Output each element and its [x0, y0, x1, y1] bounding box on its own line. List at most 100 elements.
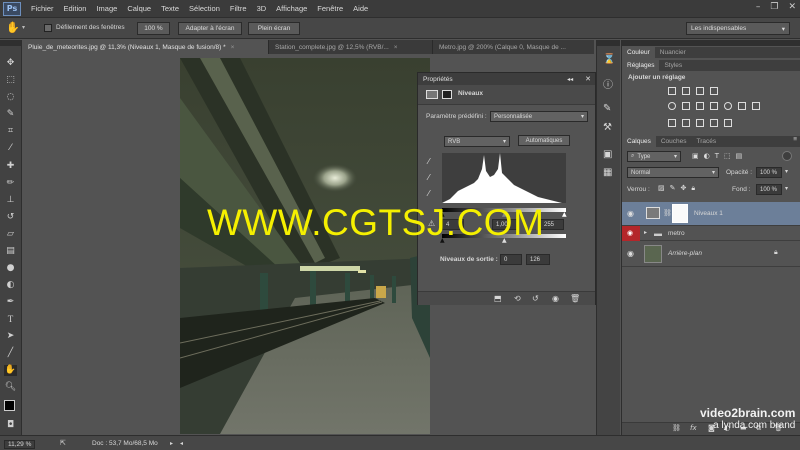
- menu-image[interactable]: Image: [96, 4, 117, 13]
- fx-icon[interactable]: fx: [690, 424, 697, 432]
- auto-button[interactable]: Automatiques: [518, 135, 570, 146]
- output-high-field[interactable]: 126: [526, 254, 550, 265]
- properties-titlebar[interactable]: Propriétés ◂◂ ✕: [418, 73, 595, 85]
- document-canvas[interactable]: [180, 58, 430, 434]
- eye-icon[interactable]: ◉: [627, 209, 637, 218]
- shape-tool-icon[interactable]: ╱: [4, 348, 17, 359]
- output-low-field[interactable]: 0: [500, 254, 522, 265]
- history-brush-icon[interactable]: ↺: [4, 212, 17, 223]
- fullscreen-button[interactable]: Plein écran: [248, 22, 300, 35]
- type-tool-icon[interactable]: T: [4, 314, 17, 325]
- black-white-icon[interactable]: [710, 102, 718, 110]
- layer-mask-thumbnail[interactable]: [672, 204, 688, 223]
- menu-fichier[interactable]: Fichier: [31, 4, 54, 13]
- status-export-icon[interactable]: ⇱: [60, 439, 66, 447]
- menu-calque[interactable]: Calque: [127, 4, 151, 13]
- zoom-tool-icon[interactable]: 🔍︎: [4, 382, 17, 393]
- navigator-icon[interactable]: ▣: [603, 149, 612, 160]
- move-tool-icon[interactable]: ✥: [4, 58, 17, 69]
- tab-reglages[interactable]: Réglages: [622, 60, 660, 71]
- posterize-icon[interactable]: [682, 119, 690, 127]
- highlight-slider-handle[interactable]: ▲: [562, 211, 567, 218]
- healing-brush-icon[interactable]: ✚: [4, 161, 17, 172]
- reset-icon[interactable]: ↺: [532, 294, 539, 303]
- menu-filtre[interactable]: Filtre: [230, 4, 247, 13]
- close-window-icon[interactable]: ✕: [788, 2, 796, 12]
- tab-calques[interactable]: Calques: [622, 136, 656, 147]
- color-balance-icon[interactable]: [696, 102, 704, 110]
- brush-tool-icon[interactable]: ✏: [4, 178, 17, 189]
- menu-selection[interactable]: Sélection: [189, 4, 220, 13]
- tool-presets-icon[interactable]: ⚒: [603, 122, 612, 133]
- lock-options-icons[interactable]: ▨✎✥🔒︎: [658, 184, 700, 193]
- scroll-left-icon[interactable]: ◂: [180, 440, 183, 447]
- close-icon[interactable]: ×: [231, 44, 235, 51]
- tab-couleur[interactable]: Couleur: [622, 47, 655, 58]
- hand-tool-icon[interactable]: ✋: [6, 21, 20, 34]
- white-point-eyedropper-icon[interactable]: ⁄: [428, 189, 429, 198]
- tab-nuancier[interactable]: Nuancier: [655, 47, 691, 58]
- chevron-right-icon[interactable]: ▸: [644, 229, 647, 236]
- link-layers-icon[interactable]: ⛓: [672, 424, 681, 432]
- pen-tool-icon[interactable]: ✒: [4, 297, 17, 308]
- gray-point-eyedropper-icon[interactable]: ⁄: [428, 173, 429, 182]
- history-panel-icon[interactable]: ⌛: [603, 54, 615, 65]
- gradient-tool-icon[interactable]: ▤: [4, 246, 17, 257]
- blur-tool-icon[interactable]: ●: [4, 263, 17, 274]
- blend-mode-select[interactable]: Normal ▾: [627, 167, 719, 178]
- panel-menu-icon[interactable]: ≡: [793, 136, 797, 147]
- filter-icons[interactable]: ▣◐T⬚▤: [692, 152, 747, 160]
- black-point-eyedropper-icon[interactable]: ⁄: [428, 157, 429, 166]
- selective-color-icon[interactable]: [710, 119, 718, 127]
- exposure-icon[interactable]: [710, 87, 718, 95]
- dodge-tool-icon[interactable]: ◐: [4, 280, 17, 291]
- quick-mask-icon[interactable]: ◘: [4, 420, 17, 431]
- eye-icon[interactable]: ◉: [627, 249, 637, 258]
- lasso-tool-icon[interactable]: ◌: [4, 92, 17, 103]
- menu-fenetre[interactable]: Fenêtre: [317, 4, 343, 13]
- photo-filter-icon[interactable]: [724, 102, 732, 110]
- levels-icon[interactable]: [682, 87, 690, 95]
- collapse-icon[interactable]: ◂◂: [567, 76, 573, 83]
- chevron-down-icon[interactable]: ▾: [785, 185, 788, 192]
- properties-panel-icon[interactable]: ⓘ: [603, 76, 613, 91]
- tab-styles[interactable]: Styles: [659, 60, 687, 71]
- eyedropper-tool-icon[interactable]: ⁄: [4, 143, 17, 154]
- hand-tool-icon[interactable]: ✋: [4, 365, 17, 376]
- tab-metro[interactable]: Metro.jpg @ 200% (Calque 0, Masque de ..…: [432, 40, 594, 54]
- eye-icon[interactable]: ◉: [627, 229, 633, 237]
- menu-3d[interactable]: 3D: [257, 4, 267, 13]
- chevron-down-icon[interactable]: ▾: [785, 168, 788, 175]
- opacity-field[interactable]: 100 %: [756, 167, 782, 178]
- mask-icon[interactable]: [442, 90, 452, 99]
- chevron-down-icon[interactable]: ▾: [22, 24, 25, 31]
- gradient-map-icon[interactable]: [724, 119, 732, 127]
- fit-screen-button[interactable]: Adapter à l'écran: [178, 22, 242, 35]
- menu-aide[interactable]: Aide: [353, 4, 368, 13]
- threshold-icon[interactable]: [696, 119, 704, 127]
- foreground-color-swatch[interactable]: [4, 400, 15, 411]
- scroll-all-checkbox[interactable]: [44, 24, 52, 32]
- marquee-tool-icon[interactable]: ⬚: [4, 75, 17, 86]
- menu-edition[interactable]: Edition: [64, 4, 87, 13]
- brush-panel-icon[interactable]: ✎: [603, 103, 611, 114]
- tab-traces[interactable]: Tracés: [692, 136, 722, 147]
- layer-row-niveaux[interactable]: ◉ ⛓ Niveaux 1: [622, 202, 800, 226]
- view-previous-state-icon[interactable]: ⟲: [514, 294, 521, 303]
- chevron-right-icon[interactable]: ▸: [170, 440, 173, 447]
- invert-icon[interactable]: [668, 119, 676, 127]
- zoom-level[interactable]: 11,29 %: [4, 440, 36, 449]
- layer-row-metro[interactable]: ◉ ▸ ▬ metro: [622, 226, 800, 241]
- fill-field[interactable]: 100 %: [756, 184, 782, 195]
- crop-tool-icon[interactable]: ⌗: [4, 126, 17, 137]
- channel-mixer-icon[interactable]: [738, 102, 746, 110]
- clone-stamp-icon[interactable]: ⊥: [4, 195, 17, 206]
- clip-to-layer-icon[interactable]: ⬒: [494, 294, 502, 303]
- menu-texte[interactable]: Texte: [161, 4, 179, 13]
- levels-adjustment-icon[interactable]: [426, 90, 438, 99]
- layer-kind-filter[interactable]: ⌕ Type ▾: [627, 151, 681, 162]
- zoom-100-button[interactable]: 100 %: [137, 22, 170, 35]
- color-lookup-icon[interactable]: [752, 102, 760, 110]
- visibility-eye-icon[interactable]: ◉: [552, 294, 559, 303]
- minimize-icon[interactable]: –: [756, 2, 761, 12]
